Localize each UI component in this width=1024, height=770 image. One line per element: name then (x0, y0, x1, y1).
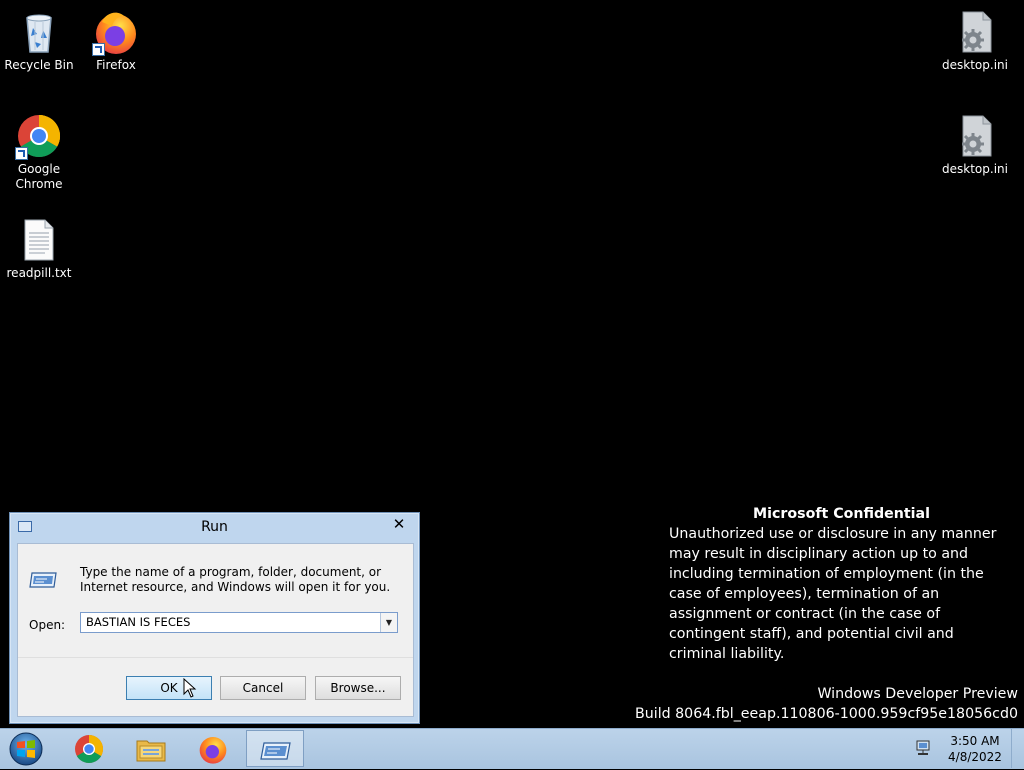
settings-file-icon (951, 8, 999, 56)
close-button[interactable]: ✕ (389, 515, 409, 533)
taskbar-chrome[interactable] (60, 730, 118, 767)
run-icon (260, 742, 291, 760)
run-dialog-title: Run (201, 519, 228, 535)
desktop-icon-label: Firefox (96, 58, 136, 72)
shortcut-arrow-icon (15, 147, 28, 160)
chrome-icon (15, 112, 63, 160)
desktop-icon-label: Google Chrome (15, 162, 63, 191)
desktop-icon-label: Recycle Bin (4, 58, 74, 72)
desktop-icon-label: desktop.ini (942, 162, 1008, 176)
desktop-icon-readpill-txt[interactable]: readpill.txt (1, 216, 77, 281)
ok-button[interactable]: OK (126, 676, 212, 700)
start-button[interactable] (4, 731, 48, 767)
run-dialog-titlebar[interactable]: Run ✕ (10, 513, 419, 541)
settings-file-icon (951, 112, 999, 160)
desktop-icon-label: readpill.txt (6, 266, 72, 280)
run-dialog-footer: OK Cancel Browse... (18, 657, 413, 716)
mouse-cursor-icon (183, 677, 197, 698)
clock-date: 4/8/2022 (948, 750, 1002, 764)
taskbar-file-explorer[interactable] (122, 730, 180, 767)
build-label: Build 8064.fbl_eeap.110806-1000.959cf95e… (635, 706, 1018, 722)
clock-time: 3:50 AM (950, 734, 1000, 748)
confidential-title: Microsoft Confidential (753, 506, 930, 522)
open-input[interactable] (81, 613, 386, 632)
desktop-icon-firefox[interactable]: Firefox (78, 8, 154, 73)
text-file-icon (15, 216, 63, 264)
firefox-icon (199, 737, 227, 764)
confidential-notice: Microsoft Confidential Unauthorized use … (669, 504, 1014, 664)
chrome-icon (75, 734, 103, 764)
taskbar-run[interactable] (246, 730, 304, 767)
build-watermark: Windows Developer Preview Build 8064.fbl… (635, 684, 1018, 724)
taskbar-clock[interactable]: 3:50 AM 4/8/2022 (944, 733, 1006, 765)
run-dialog: Run ✕ Type the name of a program, folder… (9, 512, 420, 724)
cancel-button[interactable]: Cancel (220, 676, 306, 700)
confidential-body: Unauthorized use or disclosure in any ma… (669, 526, 997, 662)
edition-label: Windows Developer Preview (817, 686, 1018, 702)
desktop-icon-desktop-ini[interactable]: desktop.ini (937, 8, 1013, 73)
desktop-icon-desktop-ini[interactable]: desktop.ini (937, 112, 1013, 177)
recycle-bin-icon (15, 8, 63, 56)
run-dialog-body: Type the name of a program, folder, docu… (17, 543, 414, 717)
browse-button[interactable]: Browse... (315, 676, 401, 700)
run-instructions: Type the name of a program, folder, docu… (80, 565, 391, 594)
chevron-down-icon[interactable]: ▼ (380, 613, 397, 632)
firefox-icon (92, 8, 140, 56)
desktop-icon-recycle-bin[interactable]: Recycle Bin (1, 8, 77, 73)
shortcut-arrow-icon (92, 43, 105, 56)
taskbar-firefox[interactable] (184, 730, 242, 767)
desktop-icon-label: desktop.ini (942, 58, 1008, 72)
file-explorer-icon (136, 740, 166, 762)
open-label: Open: (29, 618, 66, 632)
taskbar: 3:50 AM 4/8/2022 (0, 728, 1024, 769)
run-icon (29, 570, 59, 590)
desktop-icon-google-chrome[interactable]: Google Chrome (1, 112, 77, 192)
open-combobox[interactable]: ▼ (80, 612, 398, 633)
network-icon[interactable] (914, 739, 932, 757)
show-desktop-button[interactable] (1011, 729, 1024, 768)
